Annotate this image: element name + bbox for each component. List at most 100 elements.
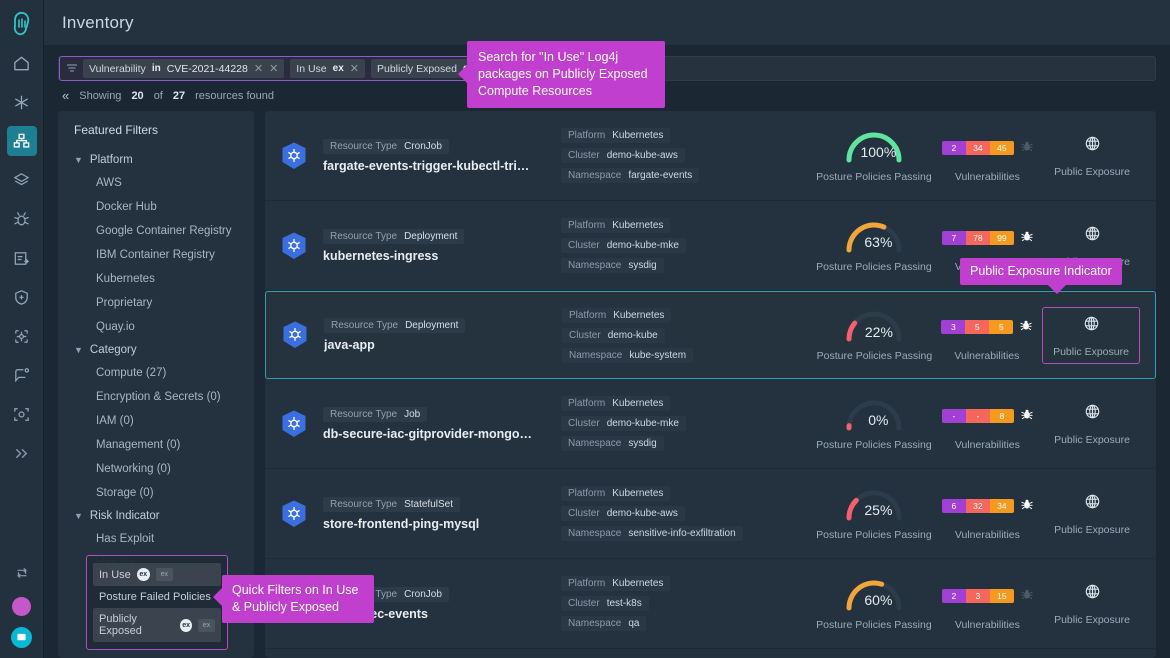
active-filter-group[interactable]: Vulnerability in CVE-2021-44228 ✕ ✕ In U… [59, 56, 506, 81]
chip-remove-icon[interactable]: ✕ [269, 62, 278, 75]
resource-name[interactable]: store-frontend-ping-mysql [323, 517, 545, 531]
vuln-pill-high[interactable]: 78 [965, 230, 990, 245]
rail-item-layers[interactable] [7, 165, 37, 195]
rail-item-switch-account[interactable] [7, 558, 37, 588]
vuln-pill-medium[interactable]: 8 [989, 408, 1014, 423]
exposure-box[interactable]: Public Exposure [1044, 576, 1140, 631]
table-row[interactable]: Resource Type CronJob fargate-events-trigg… [265, 111, 1156, 201]
resource-name[interactable]: kubernetes-ingress [323, 249, 545, 263]
rail-item-home[interactable] [7, 48, 37, 78]
public-exposure-cell[interactable]: Public Exposure [1038, 128, 1146, 183]
table-row[interactable]: Resource TypeStatefulSetalertmanagerPlat… [265, 649, 1156, 658]
chevron-double-left-icon[interactable]: « [62, 88, 69, 103]
vulnerabilities-cell[interactable]: 2 34 45 Vulnerabilities [937, 129, 1038, 183]
vulnerabilities-cell[interactable]: 6 32 34 Vulnerabilities [937, 487, 1038, 541]
sidebar-item-storage[interactable]: Storage (0) [58, 481, 254, 505]
table-row[interactable]: Resource TypeCronJobkube-exec-eventsPlat… [265, 559, 1156, 649]
sidebar-item-compute[interactable]: Compute (27) [58, 361, 254, 385]
posture-cell[interactable]: 25% Posture Policies Passing [811, 487, 937, 541]
sidebar-item-encryption-secrets[interactable]: Encryption & Secrets (0) [58, 385, 254, 409]
bug-icon[interactable] [1021, 229, 1033, 247]
pink-status-dot[interactable] [12, 597, 31, 616]
chip-value-clear-icon[interactable]: ✕ [254, 62, 263, 75]
exposure-box[interactable]: Public Exposure [1042, 306, 1140, 364]
help-chat-icon[interactable] [11, 627, 32, 648]
rail-item-expand[interactable] [7, 438, 37, 468]
rail-item-inventory[interactable] [6, 126, 37, 156]
table-row[interactable]: Resource Type Deployment java-app Platform K… [265, 291, 1156, 379]
filter-group-category[interactable]: ▼ Category [58, 339, 254, 361]
filter-funnel-icon[interactable] [64, 63, 80, 74]
filter-chip-vulnerability[interactable]: Vulnerability in CVE-2021-44228 ✕ ✕ [83, 59, 285, 78]
vuln-pill-high[interactable]: 3 [965, 588, 990, 603]
sidebar-item-google-container-registry[interactable]: Google Container Registry [58, 219, 254, 243]
vuln-pill-critical[interactable]: 7 [941, 230, 966, 245]
vulnerabilities-cell[interactable]: 2 3 15 Vulnerabilities [937, 577, 1038, 631]
posture-cell[interactable]: 22% Posture Policies Passing [812, 308, 937, 362]
resource-name[interactable]: db-secure-iac-gitprovider-mongo… [323, 427, 545, 441]
vuln-pill-medium[interactable]: 99 [989, 230, 1014, 245]
sidebar-item-quay-io[interactable]: Quay.io [58, 315, 254, 339]
filter-chip-in-use[interactable]: In Use ex ✕ [290, 59, 365, 78]
bug-icon[interactable] [1021, 139, 1033, 157]
quick-filter-publicly-exposed[interactable]: Publicly Exposed ex ex [93, 608, 221, 642]
bug-icon[interactable] [1021, 587, 1033, 605]
public-exposure-cell[interactable]: Public Exposure [1038, 576, 1146, 631]
resource-name[interactable]: java-app [324, 338, 546, 352]
vuln-pill-critical[interactable]: 6 [941, 498, 966, 513]
rail-item-alerts[interactable] [7, 360, 37, 390]
vuln-pill-medium[interactable]: 45 [989, 140, 1014, 155]
table-row[interactable]: Resource Type Job db-secure-iac-gitprovide… [265, 379, 1156, 469]
rail-item-threats[interactable] [7, 87, 37, 117]
exposure-box[interactable]: Public Exposure [1044, 486, 1140, 541]
vuln-pill-high[interactable]: 34 [965, 140, 990, 155]
public-exposure-cell[interactable]: Public Exposure [1037, 306, 1145, 364]
vuln-pill-medium[interactable]: 34 [989, 498, 1014, 513]
exposure-box[interactable]: Public Exposure [1044, 396, 1140, 451]
quick-filter-posture-failed-policies[interactable]: Posture Failed Policies [93, 586, 221, 608]
quick-filter-in-use[interactable]: In Use ex ex [93, 563, 221, 586]
exposure-box[interactable]: Public Exposure [1044, 128, 1140, 183]
vuln-pill-high[interactable]: - [965, 408, 990, 423]
rail-item-network[interactable] [7, 321, 37, 351]
rail-item-compliance[interactable] [7, 282, 37, 312]
rail-item-captures[interactable] [7, 399, 37, 429]
vuln-pill-high[interactable]: 32 [965, 498, 990, 513]
chip-remove-icon[interactable]: ✕ [350, 62, 359, 75]
sysdig-hand-logo[interactable] [7, 8, 37, 40]
bug-icon[interactable] [1020, 318, 1033, 336]
sidebar-item-management[interactable]: Management (0) [58, 433, 254, 457]
public-exposure-cell[interactable]: Public Exposure [1038, 486, 1146, 541]
posture-cell[interactable]: 63% Posture Policies Passing [811, 219, 937, 273]
posture-cell[interactable]: 60% Posture Policies Passing [811, 577, 937, 631]
resource-name[interactable]: fargate-events-trigger-kubectl-tri… [323, 159, 545, 173]
vuln-pill-medium[interactable]: 5 [989, 320, 1014, 334]
sidebar-item-has-exploit[interactable]: Has Exploit [58, 527, 254, 551]
rail-item-policies[interactable] [7, 243, 37, 273]
table-row[interactable]: Resource Type StatefulSet store-frontend-p… [265, 469, 1156, 559]
sidebar-item-docker-hub[interactable]: Docker Hub [58, 195, 254, 219]
vulnerabilities-cell[interactable]: 3 5 5 Vulnerabilities [937, 308, 1037, 362]
filter-group-risk-indicator[interactable]: ▼ Risk Indicator [58, 505, 254, 527]
vulnerabilities-cell[interactable]: - -8 Vulnerabilities [937, 397, 1038, 451]
sidebar-item-kubernetes[interactable]: Kubernetes [58, 267, 254, 291]
posture-cell[interactable]: 100% Posture Policies Passing [811, 129, 937, 183]
vuln-pill-high[interactable]: 5 [965, 320, 990, 334]
sidebar-item-networking[interactable]: Networking (0) [58, 457, 254, 481]
sidebar-item-aws[interactable]: AWS [58, 171, 254, 195]
vuln-pill-critical[interactable]: - [941, 408, 966, 423]
resource-list[interactable]: Resource Type CronJob fargate-events-trigg… [265, 111, 1156, 658]
vuln-pill-critical[interactable]: 3 [941, 320, 966, 334]
filter-group-platform[interactable]: ▼ Platform [58, 149, 254, 171]
vuln-pill-critical[interactable]: 2 [941, 588, 966, 603]
posture-cell[interactable]: 0% Posture Policies Passing [811, 397, 937, 451]
vuln-pill-medium[interactable]: 15 [989, 588, 1014, 603]
bug-icon[interactable] [1021, 497, 1033, 515]
sidebar-item-ibm-container-registry[interactable]: IBM Container Registry [58, 243, 254, 267]
rail-item-vulnerabilities[interactable] [7, 204, 37, 234]
sidebar-item-iam[interactable]: IAM (0) [58, 409, 254, 433]
bug-icon[interactable] [1021, 407, 1033, 425]
vuln-pill-critical[interactable]: 2 [941, 140, 966, 155]
sidebar-item-proprietary[interactable]: Proprietary [58, 291, 254, 315]
public-exposure-cell[interactable]: Public Exposure [1038, 396, 1146, 451]
